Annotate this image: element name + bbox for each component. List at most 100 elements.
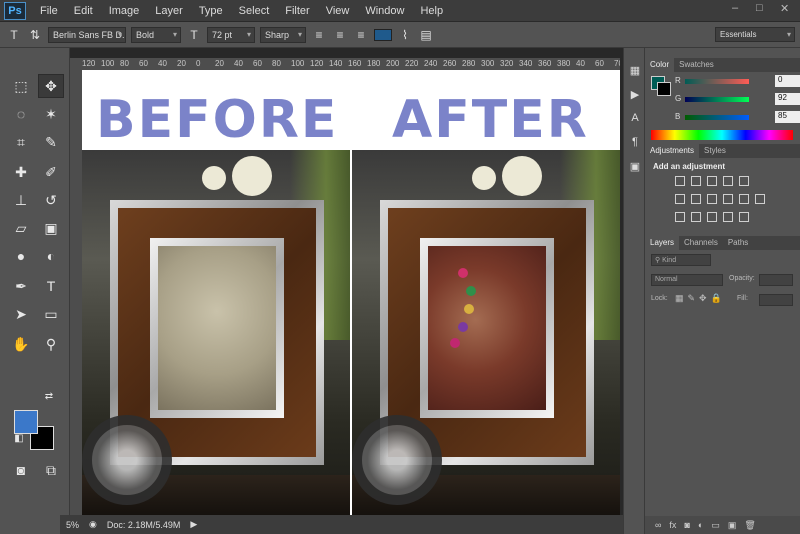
background-color-chip[interactable] — [657, 82, 671, 96]
menu-view[interactable]: View — [318, 5, 358, 17]
hand-tool-icon[interactable]: ✋ — [8, 332, 34, 356]
blue-slider-bar[interactable] — [685, 115, 749, 120]
adjustment-icon[interactable] — [675, 194, 685, 204]
gradient-tool-icon[interactable]: ▣ — [38, 216, 64, 240]
swap-colors-icon[interactable]: ⇄ — [36, 384, 62, 408]
clone-stamp-tool-icon[interactable]: ⊥ — [8, 188, 34, 212]
fill-field[interactable] — [759, 294, 793, 306]
green-value[interactable]: 92 — [775, 93, 800, 105]
warp-text-icon[interactable]: ⌇ — [397, 28, 413, 42]
antialias-select[interactable]: Sharp ▾ — [260, 26, 306, 43]
font-style-select[interactable]: Bold ▾ — [131, 26, 181, 43]
menu-select[interactable]: Select — [231, 5, 278, 17]
type-tool-icon[interactable]: T — [6, 28, 22, 42]
zoom-tool-icon[interactable]: ⚲ — [38, 332, 64, 356]
new-layer-icon[interactable]: ▣ — [728, 520, 737, 531]
new-group-icon[interactable]: ▭ — [711, 520, 720, 531]
link-layers-icon[interactable]: ∞ — [655, 520, 661, 530]
blend-mode-select[interactable]: Normal — [651, 274, 723, 286]
layer-mask-icon[interactable]: ◙ — [684, 520, 689, 530]
menu-edit[interactable]: Edit — [66, 5, 101, 17]
menu-help[interactable]: Help — [412, 5, 451, 17]
character-panel-icon[interactable]: A — [628, 112, 642, 126]
history-panel-icon[interactable]: ▦ — [628, 64, 642, 78]
path-selection-tool-icon[interactable]: ➤ — [8, 302, 34, 326]
paragraph-panel-icon[interactable]: ¶ — [628, 136, 642, 150]
red-slider[interactable]: R 0 — [675, 75, 800, 88]
menu-window[interactable]: Window — [357, 5, 412, 17]
move-tool-icon[interactable]: ✥ — [38, 74, 64, 98]
marquee-tool-icon[interactable]: ⬚ — [8, 74, 34, 98]
trash-icon[interactable]: 🗑 — [744, 520, 755, 531]
lasso-tool-icon[interactable]: ◌ — [8, 102, 34, 126]
align-left-icon[interactable]: ≡ — [311, 28, 327, 42]
type-tool-icon[interactable]: T — [38, 274, 64, 298]
dodge-tool-icon[interactable]: ◐ — [38, 244, 64, 268]
adjustment-icon[interactable] — [723, 176, 733, 186]
red-slider-bar[interactable] — [685, 79, 749, 84]
green-slider-bar[interactable] — [685, 97, 749, 102]
adjustment-icon[interactable] — [675, 212, 685, 222]
adjustment-icon[interactable] — [755, 194, 765, 204]
play-arrow-icon[interactable]: ▶ — [190, 519, 197, 530]
eraser-tool-icon[interactable]: ▱ — [8, 216, 34, 240]
blue-value[interactable]: 85 — [775, 111, 800, 123]
adjustment-icon[interactable] — [707, 176, 717, 186]
history-brush-tool-icon[interactable]: ↺ — [38, 188, 64, 212]
adjustment-icon[interactable] — [691, 212, 701, 222]
tab-adjustments[interactable]: Adjustments — [645, 144, 700, 158]
green-slider[interactable]: G 92 — [675, 93, 800, 106]
adjustment-layer-icon[interactable]: ◐ — [698, 520, 703, 530]
menu-file[interactable]: File — [32, 5, 66, 17]
layer-filter-select[interactable]: ⚲ Kind — [651, 254, 711, 266]
adjustment-icon[interactable] — [691, 194, 701, 204]
crop-tool-icon[interactable]: ⌗ — [8, 130, 34, 154]
tab-channels[interactable]: Channels — [679, 236, 723, 250]
rectangle-tool-icon[interactable]: ▭ — [38, 302, 64, 326]
close-button[interactable]: ✕ — [780, 2, 789, 15]
document-canvas[interactable]: BEFORE AFTER — [82, 70, 620, 515]
adjustment-icon[interactable] — [707, 194, 717, 204]
adjustment-icon[interactable] — [723, 194, 733, 204]
character-panel-icon[interactable]: ▤ — [418, 28, 434, 42]
menu-filter[interactable]: Filter — [277, 5, 317, 17]
tab-styles[interactable]: Styles — [699, 144, 731, 158]
align-center-icon[interactable]: ≡ — [332, 28, 348, 42]
healing-brush-tool-icon[interactable]: ✚ — [8, 160, 34, 184]
align-right-icon[interactable]: ≡ — [353, 28, 369, 42]
adjustment-icon[interactable] — [691, 176, 701, 186]
menu-image[interactable]: Image — [101, 5, 148, 17]
tab-paths[interactable]: Paths — [723, 236, 753, 250]
adjustment-icon[interactable] — [739, 194, 749, 204]
tab-color[interactable]: Color — [645, 58, 675, 72]
eyedropper-tool-icon[interactable]: ✎ — [38, 130, 64, 154]
brush-tool-icon[interactable]: ✐ — [38, 160, 64, 184]
color-spectrum[interactable] — [651, 130, 793, 140]
toggle-orientation-icon[interactable]: ⇅ — [27, 28, 43, 42]
text-color-swatch[interactable] — [374, 28, 392, 41]
menu-layer[interactable]: Layer — [147, 5, 191, 17]
adjustment-icon[interactable] — [723, 212, 733, 222]
menu-type[interactable]: Type — [191, 5, 231, 17]
tool-presets-icon[interactable]: ▣ — [628, 160, 642, 174]
layer-style-icon[interactable]: fx — [669, 520, 676, 530]
font-family-select[interactable]: Berlin Sans FB D... ▾ — [48, 26, 126, 43]
zoom-level[interactable]: 5% — [66, 520, 79, 530]
font-size-select[interactable]: 72 pt ▾ — [207, 26, 255, 43]
actions-panel-icon[interactable]: ▶ — [628, 88, 642, 102]
minimize-button[interactable]: – — [732, 2, 738, 14]
lock-icons[interactable]: ▦✎✥🔒 — [675, 293, 726, 304]
workspace-select[interactable]: Essentials ▾ — [715, 27, 795, 42]
opacity-field[interactable] — [759, 274, 793, 286]
blur-tool-icon[interactable]: ● — [8, 244, 34, 268]
screen-mode-icon[interactable]: ⧉ — [38, 458, 64, 482]
quick-mask-icon[interactable]: ◙ — [8, 458, 34, 482]
status-menu-icon[interactable]: ◉ — [89, 519, 97, 530]
tab-layers[interactable]: Layers — [645, 236, 680, 250]
adjustment-icon[interactable] — [675, 176, 685, 186]
adjustment-icon[interactable] — [707, 212, 717, 222]
pen-tool-icon[interactable]: ✒ — [8, 274, 34, 298]
maximize-button[interactable]: □ — [756, 2, 763, 14]
red-value[interactable]: 0 — [775, 75, 800, 87]
adjustment-icon[interactable] — [739, 176, 749, 186]
